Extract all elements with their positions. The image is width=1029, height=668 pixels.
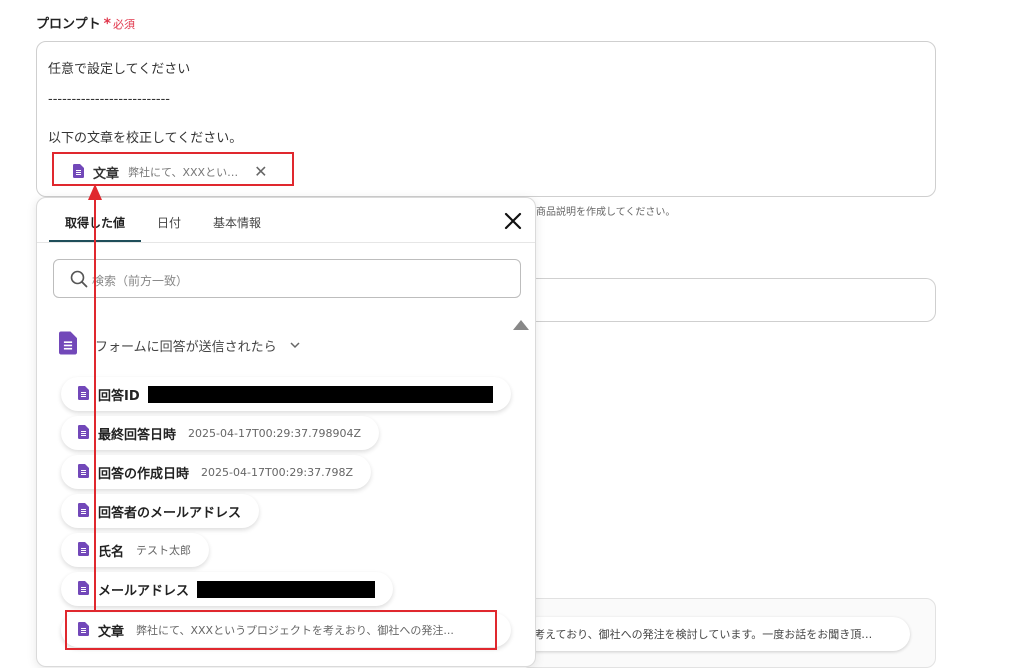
annotation-arrow [88, 184, 102, 611]
